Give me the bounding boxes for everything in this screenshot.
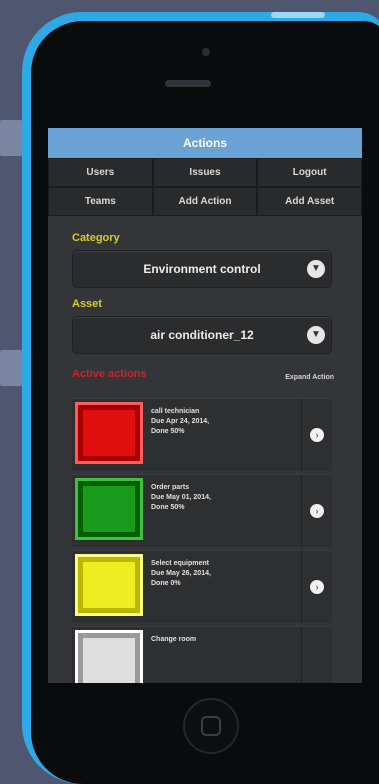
item-title: call technician [151, 408, 200, 415]
item-status: Done 50% [151, 428, 185, 435]
action-list: call technician Due Apr 24, 2014, Done 5… [72, 398, 332, 683]
chevron-right-icon: › [310, 428, 324, 442]
chevron-right-icon: › [310, 580, 324, 594]
category-label: Category [72, 232, 120, 244]
category-select-value: Environment control [143, 262, 261, 276]
status-color-icon [75, 478, 143, 540]
main-content: Category Environment control ▼ Asset air… [48, 232, 362, 683]
item-arrow-button[interactable]: › [301, 399, 332, 471]
background-decoration [0, 120, 22, 156]
item-arrow-button[interactable]: › [301, 475, 332, 547]
speaker-grille [165, 80, 211, 87]
active-actions-label: Active actions [72, 368, 147, 380]
list-item[interactable]: Change room [72, 626, 332, 683]
camera-icon [202, 48, 210, 56]
status-color-icon [75, 554, 143, 616]
asset-select[interactable]: air conditioner_12 ▼ [72, 316, 332, 354]
item-title: Change room [151, 636, 197, 643]
item-due: Due Apr 24, 2014, [151, 418, 210, 425]
teams-button[interactable]: Teams [48, 187, 153, 216]
chevron-down-icon: ▼ [307, 260, 325, 278]
item-arrow-button[interactable] [301, 627, 332, 683]
actions-header: Active actions Expand Action [72, 368, 362, 388]
users-button[interactable]: Users [48, 158, 153, 187]
list-item-info: call technician Due Apr 24, 2014, Done 5… [151, 399, 301, 471]
home-square-icon [201, 716, 221, 736]
nav-bar: Users Issues Logout Teams Add Action Add… [48, 158, 362, 216]
chevron-right-icon: › [310, 504, 324, 518]
list-item-info: Change room [151, 627, 301, 683]
issues-button[interactable]: Issues [152, 158, 258, 187]
item-status: Done 50% [151, 504, 185, 511]
item-due: Due May 01, 2014, [151, 494, 211, 501]
list-item[interactable]: call technician Due Apr 24, 2014, Done 5… [72, 398, 332, 471]
item-title: Order parts [151, 484, 190, 491]
list-item[interactable]: Order parts Due May 01, 2014, Done 50% › [72, 474, 332, 547]
asset-select-value: air conditioner_12 [150, 328, 254, 342]
page-title: Actions [48, 128, 362, 158]
home-button[interactable] [183, 698, 239, 754]
page-title-text: Actions [182, 136, 227, 150]
status-color-icon [75, 402, 143, 464]
status-color-icon [75, 630, 143, 683]
item-status: Done 0% [151, 580, 181, 587]
item-arrow-button[interactable]: › [301, 551, 332, 623]
app-screen: Actions Users Issues Logout Teams Add Ac… [48, 128, 362, 683]
background-decoration [0, 350, 22, 386]
list-item-info: Order parts Due May 01, 2014, Done 50% [151, 475, 301, 547]
chevron-down-icon: ▼ [307, 326, 325, 344]
phone-side-button [271, 12, 325, 18]
add-action-button[interactable]: Add Action [152, 187, 258, 216]
item-due: Due May 26, 2014, [151, 570, 211, 577]
list-item[interactable]: Select equipment Due May 26, 2014, Done … [72, 550, 332, 623]
list-item-info: Select equipment Due May 26, 2014, Done … [151, 551, 301, 623]
item-title: Select equipment [151, 560, 209, 567]
asset-label: Asset [72, 298, 102, 310]
logout-button[interactable]: Logout [257, 158, 362, 187]
expand-action-link[interactable]: Expand Action [285, 374, 334, 381]
add-asset-button[interactable]: Add Asset [257, 187, 362, 216]
category-select[interactable]: Environment control ▼ [72, 250, 332, 288]
